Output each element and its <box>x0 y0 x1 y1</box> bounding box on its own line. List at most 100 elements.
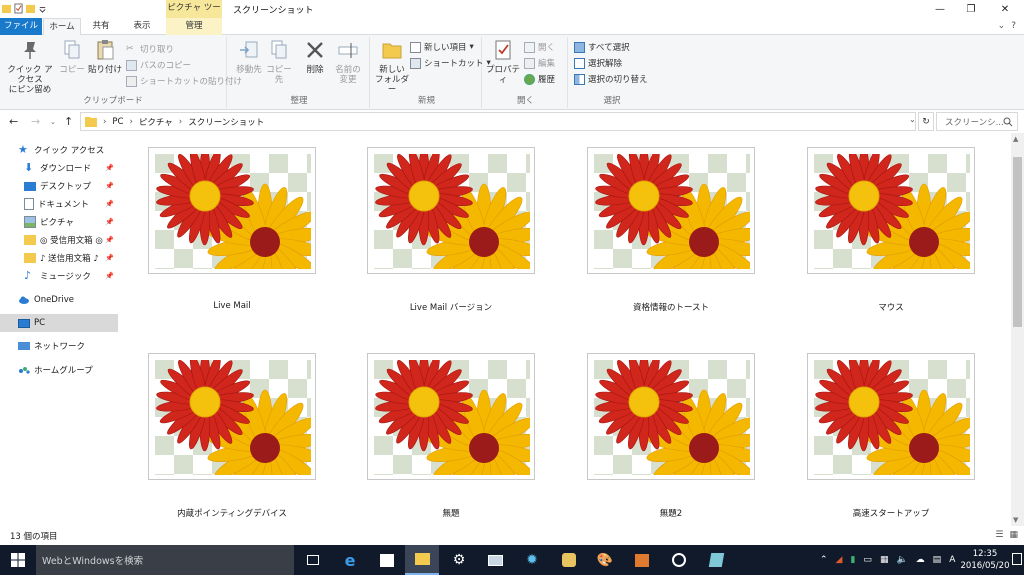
minimize-button[interactable]: — <box>925 0 955 18</box>
notifications-icon[interactable] <box>1012 553 1022 565</box>
up-arrow-icon[interactable]: ↑ <box>64 115 73 128</box>
properties-icon[interactable] <box>14 3 23 14</box>
details-view-icon[interactable]: ☰ <box>995 530 1003 540</box>
new-folder-icon[interactable] <box>26 3 35 14</box>
pin-icon[interactable]: 📌 <box>105 182 114 190</box>
paste-shortcut-button[interactable]: ショートカットの貼り付け <box>126 75 242 87</box>
recent-locations-chevron-icon[interactable]: ⌄ <box>50 118 56 126</box>
paste-button[interactable]: 貼り付け <box>88 39 122 75</box>
scroll-down-icon[interactable]: ▼ <box>1013 516 1018 524</box>
cut-button[interactable]: ✂ 切り取り <box>126 43 174 56</box>
edge-taskbar-button[interactable]: e <box>333 545 367 575</box>
address-dropdown-icon[interactable]: ⌄ <box>909 115 916 124</box>
nav-outbox-folder[interactable]: ♪ 送信用文箱 ♪ 📌 <box>0 249 118 267</box>
tab-file[interactable]: ファイル <box>0 18 42 35</box>
invert-selection-button[interactable]: 選択の切り替え <box>574 73 648 85</box>
customize-qat-icon[interactable] <box>38 3 47 14</box>
back-arrow-icon[interactable]: ← <box>9 115 18 128</box>
pin-icon[interactable]: 📌 <box>105 164 114 172</box>
new-folder-button[interactable]: 新しい フォルダー <box>374 39 410 95</box>
breadcrumb-screenshots[interactable]: スクリーンショット <box>188 116 264 128</box>
pin-icon[interactable]: 📌 <box>105 254 114 262</box>
easy-access-button[interactable]: ショートカット ▾ <box>410 57 491 69</box>
folder-icon[interactable] <box>2 3 11 14</box>
nav-downloads[interactable]: ⬇ ダウンロード 📌 <box>0 159 118 177</box>
breadcrumb-pictures[interactable]: ピクチャ <box>139 116 173 128</box>
settings-taskbar-button[interactable]: ⚙ <box>442 545 476 575</box>
select-all-button[interactable]: すべて選択 <box>574 41 630 53</box>
vertical-scrollbar[interactable]: ▲ ▼ <box>1011 133 1024 526</box>
nav-pc[interactable]: PC <box>0 314 118 332</box>
select-none-button[interactable]: 選択解除 <box>574 57 622 69</box>
battery-icon[interactable]: ▭ <box>863 555 872 565</box>
clock[interactable]: 12:35 2016/05/20 <box>960 548 1010 572</box>
file-name: 高速スタートアップ <box>852 509 930 519</box>
rename-button[interactable]: 名前の 変更 <box>331 39 365 85</box>
move-to-button[interactable]: 移動先 <box>233 39 265 75</box>
copy-button[interactable]: コピー <box>58 39 86 75</box>
nav-pictures[interactable]: ピクチャ 📌 <box>0 213 118 231</box>
nav-quick-access[interactable]: ★ クイック アクセス <box>0 141 118 159</box>
help-icon[interactable]: ? <box>1011 21 1016 31</box>
large-icons-view-icon[interactable]: ▦ <box>1009 530 1018 540</box>
nav-inbox-folder[interactable]: ◎ 受信用文箱 ◎ 📌 <box>0 231 118 249</box>
ime-indicator[interactable]: A <box>949 555 955 565</box>
refresh-button[interactable]: ↻ <box>918 112 934 131</box>
pin-icon[interactable]: 📌 <box>105 236 114 244</box>
nav-documents[interactable]: ドキュメント 📌 <box>0 195 118 213</box>
properties-icon <box>495 40 511 60</box>
open-button[interactable]: 開く <box>524 41 555 53</box>
media-app-taskbar-button[interactable] <box>625 545 659 575</box>
notes-app-taskbar-button[interactable] <box>699 545 733 575</box>
pin-icon[interactable]: 📌 <box>105 200 114 208</box>
nav-homegroup[interactable]: ホームグループ <box>0 361 118 379</box>
volume-icon[interactable]: 🔈 <box>896 555 907 565</box>
pin-icon[interactable]: 📌 <box>105 272 114 280</box>
breadcrumb-pc[interactable]: PC <box>112 117 123 127</box>
pin-icon[interactable]: 📌 <box>105 218 114 226</box>
search-input[interactable]: スクリーンシ... <box>936 112 1018 131</box>
address-bar[interactable]: › PC › ピクチャ › スクリーンショット <box>80 112 916 131</box>
explorer-taskbar-button[interactable] <box>405 545 439 575</box>
groove-app-taskbar-button[interactable] <box>662 545 696 575</box>
pin-to-quick-access-button[interactable]: クイック アクセス にピン留め <box>4 39 56 95</box>
history-button[interactable]: 履歴 <box>524 73 555 85</box>
collapse-ribbon-icon[interactable]: ⌄ <box>998 21 1006 31</box>
chevron-down-icon: ▾ <box>469 42 474 52</box>
edit-button[interactable]: 編集 <box>524 57 555 69</box>
close-button[interactable]: ✕ <box>990 0 1020 18</box>
nav-desktop[interactable]: デスクトップ 📌 <box>0 177 118 195</box>
app-tray-icon[interactable]: ▮ <box>850 555 855 565</box>
image-thumbnail <box>148 147 316 274</box>
onedrive-tray-icon[interactable]: ☁ <box>916 555 925 565</box>
tab-share[interactable]: 共有 <box>82 18 120 35</box>
taskbar-search-box[interactable]: WebとWindowsを検索 <box>36 545 294 575</box>
maximize-button[interactable]: ❐ <box>956 0 986 18</box>
flower-image-icon <box>155 154 311 269</box>
nav-onedrive[interactable]: OneDrive <box>0 291 118 309</box>
paint-app-taskbar-button[interactable]: 🎨 <box>588 545 622 575</box>
tab-home[interactable]: ホーム <box>43 18 81 36</box>
show-hidden-icons-chevron-icon[interactable]: ⌃ <box>820 555 828 565</box>
delete-button[interactable]: 削除 <box>301 39 329 75</box>
scroll-up-icon[interactable]: ▲ <box>1013 135 1018 143</box>
start-button[interactable] <box>0 545 36 575</box>
character-app-taskbar-button[interactable] <box>552 545 586 575</box>
store-taskbar-button[interactable] <box>370 545 404 575</box>
properties-button[interactable]: プロパティ <box>484 39 522 85</box>
forward-arrow-icon[interactable]: → <box>31 115 40 128</box>
network-tray-icon[interactable]: ▦ <box>880 555 889 565</box>
scrollbar-thumb[interactable] <box>1013 157 1022 327</box>
nav-network[interactable]: ネットワーク <box>0 337 118 355</box>
new-item-button[interactable]: 新しい項目 ▾ <box>410 41 474 53</box>
app-tray-icon[interactable]: ◢ <box>836 555 843 565</box>
brightness-app-taskbar-button[interactable]: ✹ <box>515 545 549 575</box>
network-app-taskbar-button[interactable] <box>478 545 512 575</box>
tab-manage[interactable]: 管理 <box>166 18 222 35</box>
task-view-button[interactable] <box>296 545 330 575</box>
action-center-tray-icon[interactable]: ▤ <box>933 555 942 565</box>
copy-to-button[interactable]: コピー先 <box>263 39 295 85</box>
copy-path-button[interactable]: パスのコピー <box>126 59 191 71</box>
tab-view[interactable]: 表示 <box>120 18 164 35</box>
nav-music[interactable]: ♪ ミュージック 📌 <box>0 267 118 285</box>
